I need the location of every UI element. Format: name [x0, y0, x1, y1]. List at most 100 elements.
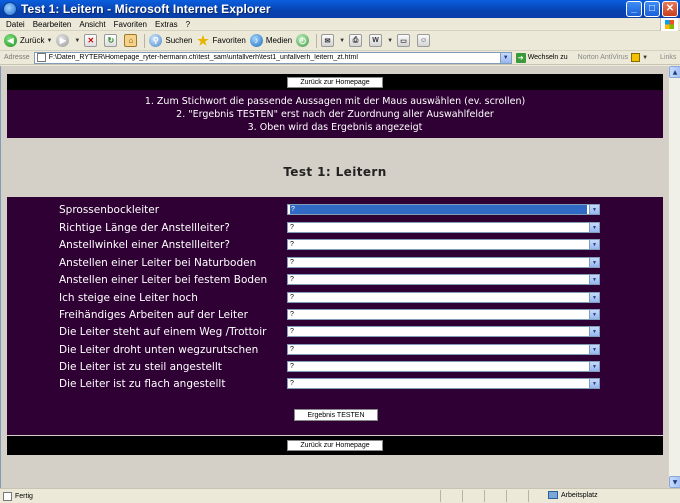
status-pane [506, 490, 528, 502]
mail-dropdown-icon[interactable]: ▼ [339, 38, 345, 44]
stop-button[interactable]: ✕ [84, 32, 100, 50]
vertical-scrollbar[interactable]: ▲ ▼ [668, 66, 680, 488]
history-icon: ◴ [296, 34, 310, 47]
chevron-down-icon[interactable]: ▼ [589, 310, 599, 319]
messenger-button[interactable]: ☺ [417, 32, 433, 50]
forward-dropdown-icon[interactable]: ▼ [74, 38, 80, 44]
mail-icon: ✉ [321, 34, 335, 47]
back-label: Zurück [20, 36, 45, 45]
address-url[interactable]: F:\Daten_RYTER\Homepage_ryter-hermann.ch… [49, 54, 358, 61]
top-nav-band: Zurück zur Homepage [7, 74, 663, 90]
messenger-icon: ☺ [417, 34, 431, 47]
answer-select[interactable]: ? ▼ [287, 326, 600, 337]
answer-value: ? [290, 205, 587, 214]
back-to-homepage-button-bottom[interactable]: Zurück zur Homepage [287, 440, 383, 451]
minimize-button[interactable]: _ [626, 1, 642, 17]
menu-extras[interactable]: Extras [155, 20, 178, 29]
back-dropdown-icon[interactable]: ▼ [46, 38, 52, 44]
maximize-button[interactable]: □ [644, 1, 660, 17]
note-icon: ▭ [397, 34, 411, 47]
forward-button[interactable]: ▶ ▼ [56, 32, 80, 50]
discuss-button[interactable]: ▭ [397, 32, 413, 50]
search-label: Suchen [165, 36, 193, 45]
answer-value: ? [290, 294, 294, 301]
answer-select[interactable]: ? ▼ [287, 257, 600, 268]
norton-dropdown-icon[interactable]: ▼ [642, 55, 648, 61]
search-button[interactable]: ⚲ Suchen [149, 32, 193, 50]
answer-select[interactable]: ? ▼ [287, 222, 600, 233]
address-dropdown-icon[interactable]: ▼ [499, 52, 511, 63]
edit-dropdown-icon[interactable]: ▼ [387, 38, 393, 44]
address-label: Adresse [4, 54, 30, 61]
close-button[interactable]: ✕ [662, 1, 678, 17]
toolbar: ◀ Zurück ▼ ▶ ▼ ✕ ↻ ⌂ ⚲ Suchen ★ Favorite… [0, 31, 680, 51]
edit-icon: W [369, 34, 383, 47]
question-label: Die Leiter ist zu flach angestellt [59, 377, 226, 390]
links-button[interactable]: Links [660, 54, 676, 61]
chevron-down-icon[interactable]: ▼ [589, 223, 599, 232]
refresh-icon: ↻ [104, 34, 118, 47]
menu-ansicht[interactable]: Ansicht [79, 20, 105, 29]
chevron-down-icon[interactable]: ▼ [589, 293, 599, 302]
menu-datei[interactable]: Datei [6, 20, 25, 29]
menu-favoriten[interactable]: Favoriten [114, 20, 147, 29]
mail-button[interactable]: ✉ ▼ [321, 32, 345, 50]
address-bar: Adresse F:\Daten_RYTER\Homepage_ryter-he… [0, 51, 680, 65]
print-button[interactable]: ⎙ [349, 32, 365, 50]
chevron-down-icon[interactable]: ▼ [589, 327, 599, 336]
status-pane [440, 490, 462, 502]
zone-text: Arbeitsplatz [561, 491, 598, 499]
status-panes [440, 490, 550, 502]
scroll-up-icon[interactable]: ▲ [669, 66, 680, 78]
answer-select[interactable]: ? ▼ [287, 361, 600, 372]
question-label: Anstellwinkel einer Anstellleiter? [59, 238, 230, 251]
menu-help[interactable]: ? [186, 20, 190, 29]
home-button[interactable]: ⌂ [124, 32, 140, 50]
chevron-down-icon[interactable]: ▼ [589, 240, 599, 249]
question-row: Freihändiges Arbeiten auf der Leiter ? ▼ [59, 306, 619, 323]
favorites-button[interactable]: ★ Favoriten [197, 32, 246, 50]
toolbar-separator [316, 33, 318, 48]
answer-select[interactable]: ? ▼ [287, 378, 600, 389]
chevron-down-icon[interactable]: ▼ [589, 379, 599, 388]
answer-select[interactable]: ? ▼ [287, 292, 600, 303]
media-label: Medien [265, 36, 293, 45]
quiz-panel: Sprossenbockleiter ? ▼ Richtige Länge de… [7, 197, 663, 435]
answer-select[interactable]: ? ▼ [287, 309, 600, 320]
back-button[interactable]: ◀ Zurück ▼ [4, 32, 52, 50]
chevron-down-icon[interactable]: ▼ [589, 205, 599, 214]
chevron-down-icon[interactable]: ▼ [589, 275, 599, 284]
question-row: Die Leiter droht unten wegzurutschen ? ▼ [59, 341, 619, 358]
back-to-homepage-button-top[interactable]: Zurück zur Homepage [287, 76, 383, 88]
page-title: Test 1: Leitern [283, 165, 387, 179]
question-label: Anstellen einer Leiter bei festem Boden [59, 273, 268, 286]
answer-value: ? [290, 224, 294, 231]
stop-icon: ✕ [84, 34, 98, 47]
go-button[interactable]: ➔ Wechseln zu [515, 52, 568, 63]
menu-bar: Datei Bearbeiten Ansicht Favoriten Extra… [0, 18, 680, 31]
page-icon [36, 53, 46, 62]
norton-antivirus-button[interactable]: Norton AntiVirus ▼ [578, 53, 648, 62]
star-icon: ★ [197, 32, 209, 48]
answer-select[interactable]: ? ▼ [287, 344, 600, 355]
address-input[interactable]: F:\Daten_RYTER\Homepage_ryter-hermann.ch… [33, 51, 512, 64]
chevron-down-icon[interactable]: ▼ [589, 345, 599, 354]
chevron-down-icon[interactable]: ▼ [589, 362, 599, 371]
home-icon: ⌂ [124, 34, 138, 47]
go-arrow-icon: ➔ [515, 52, 526, 63]
history-button[interactable]: ◴ [296, 32, 312, 50]
scroll-down-icon[interactable]: ▼ [669, 476, 680, 488]
question-label: Richtige Länge der Anstellleiter? [59, 221, 230, 234]
menu-bearbeiten[interactable]: Bearbeiten [33, 20, 72, 29]
chevron-down-icon[interactable]: ▼ [589, 258, 599, 267]
answer-select[interactable]: ? ▼ [287, 274, 600, 285]
title-bar[interactable]: Test 1: Leitern - Microsoft Internet Exp… [0, 0, 680, 18]
forward-arrow-icon: ▶ [56, 34, 70, 47]
search-icon: ⚲ [149, 34, 163, 47]
refresh-button[interactable]: ↻ [104, 32, 120, 50]
edit-button[interactable]: W ▼ [369, 32, 393, 50]
test-result-button[interactable]: Ergebnis TESTEN [294, 409, 378, 421]
answer-select[interactable]: ? ▼ [287, 239, 600, 250]
media-button[interactable]: ♪ Medien [249, 32, 293, 50]
answer-select[interactable]: ? ▼ [287, 204, 600, 215]
